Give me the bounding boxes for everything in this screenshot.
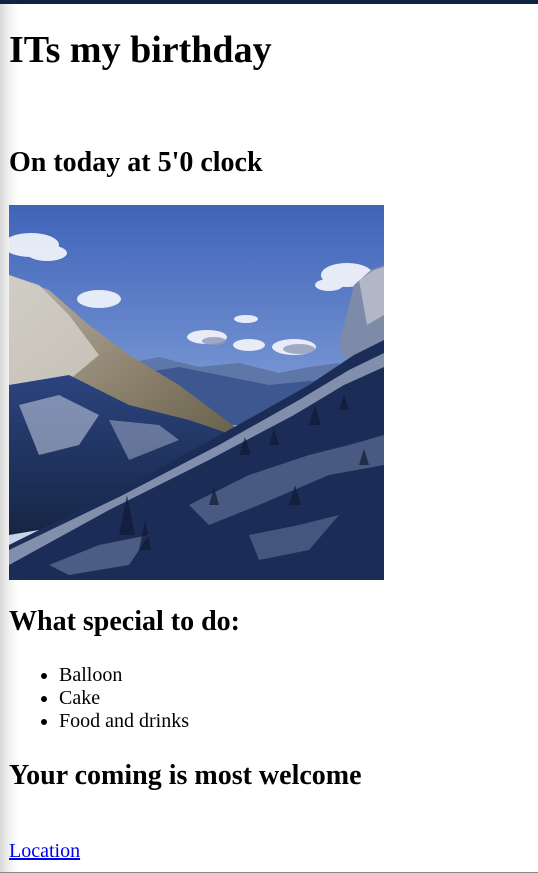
special-heading: What special to do: — [9, 606, 240, 637]
list-item: Food and drinks — [59, 710, 189, 733]
list-item: Balloon — [59, 664, 189, 687]
location-link[interactable]: Location — [9, 840, 80, 863]
special-list: Balloon Cake Food and drinks — [9, 664, 189, 733]
list-item: Cake — [59, 687, 189, 710]
welcome-heading: Your coming is most welcome — [9, 760, 362, 791]
top-accent-bar — [0, 0, 538, 4]
time-heading: On today at 5'0 clock — [9, 147, 263, 178]
page-title: ITs my birthday — [9, 29, 272, 71]
mountain-photo — [9, 205, 384, 580]
